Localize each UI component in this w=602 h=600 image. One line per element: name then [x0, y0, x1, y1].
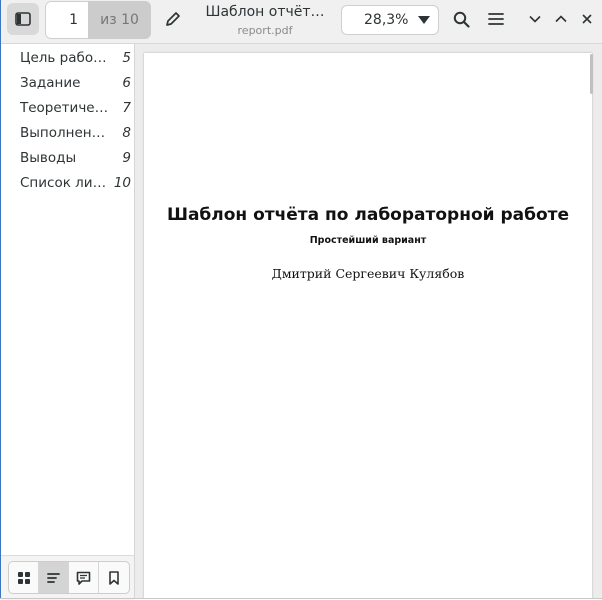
sidebar-icon: [15, 12, 31, 26]
thumbnails-icon: [17, 571, 30, 584]
header-bar: 1 из 10 Шаблон отчёт… report.pdf 28,3%: [1, 0, 602, 44]
close-button[interactable]: [572, 4, 602, 34]
main-menu-button[interactable]: [481, 4, 511, 34]
close-icon: [582, 14, 592, 24]
outline-item-label: Список лит…: [20, 174, 110, 191]
zoom-value: 28,3%: [364, 12, 409, 28]
zoom-selector[interactable]: 28,3%: [341, 5, 439, 35]
annotate-button[interactable]: [158, 4, 188, 34]
outline-item[interactable]: Список лит… 10: [1, 170, 134, 195]
outline-item-label: Задание: [20, 74, 81, 91]
page-navigator: 1 из 10: [45, 1, 151, 39]
sidebar-tab-switcher: [8, 561, 130, 594]
outline-item[interactable]: Задание 6: [1, 70, 134, 95]
outline-item-page: 5: [122, 49, 131, 66]
sidebar: Цель работы 5 Задание 6 Теоретиче… 7 Вып…: [1, 44, 135, 600]
page-author: Дмитрий Сергеевич Кулябов: [271, 266, 465, 281]
outline-item-page: 8: [122, 124, 131, 141]
hamburger-menu-icon: [488, 13, 504, 25]
outline-item[interactable]: Выводы 9: [1, 145, 134, 170]
page-total-label: из 10: [88, 1, 151, 39]
page-subtitle: Простейший вариант: [309, 235, 427, 246]
outline-item-label: Выводы: [20, 149, 77, 166]
document-page: Шаблон отчёта по лабораторной работе Про…: [144, 53, 592, 598]
tab-outline[interactable]: [39, 562, 69, 593]
document-title: Шаблон отчёт…: [205, 4, 325, 20]
outline-icon: [46, 572, 60, 583]
outline-item-label: Теоретиче…: [20, 99, 109, 116]
search-icon: [453, 11, 470, 28]
document-view[interactable]: Шаблон отчёта по лабораторной работе Про…: [135, 44, 602, 598]
sidebar-tab-bar: [1, 555, 134, 600]
annotations-icon: [76, 571, 91, 585]
dropdown-arrow-icon: [418, 16, 430, 24]
outline-item-page: 6: [122, 74, 131, 91]
document-filename: report.pdf: [237, 24, 293, 37]
outline-item-label: Цель работы: [20, 49, 110, 66]
outline-item[interactable]: Выполнени… 8: [1, 120, 134, 145]
outline-item-label: Выполнени…: [20, 124, 110, 141]
page-number-input[interactable]: 1: [45, 1, 88, 39]
sidebar-toggle-button[interactable]: [7, 3, 39, 35]
outline-item-page: 7: [122, 99, 131, 116]
bookmark-icon: [109, 570, 119, 585]
outline-item[interactable]: Теоретиче… 7: [1, 95, 134, 120]
tab-annotations[interactable]: [69, 562, 99, 593]
page-title: Шаблон отчёта по лабораторной работе: [166, 205, 570, 225]
tab-thumbnails[interactable]: [9, 562, 39, 593]
outline-item[interactable]: Цель работы 5: [1, 45, 134, 70]
chevron-down-icon: [529, 15, 541, 23]
document-title-block: Шаблон отчёт… report.pdf: [197, 4, 333, 37]
outline-item-page: 9: [122, 149, 131, 166]
scrollbar[interactable]: [590, 54, 593, 94]
pencil-icon: [166, 12, 180, 26]
outline-item-page: 10: [113, 174, 131, 191]
search-button[interactable]: [446, 4, 476, 34]
tab-bookmarks[interactable]: [99, 562, 129, 593]
chevron-up-icon: [555, 15, 567, 23]
